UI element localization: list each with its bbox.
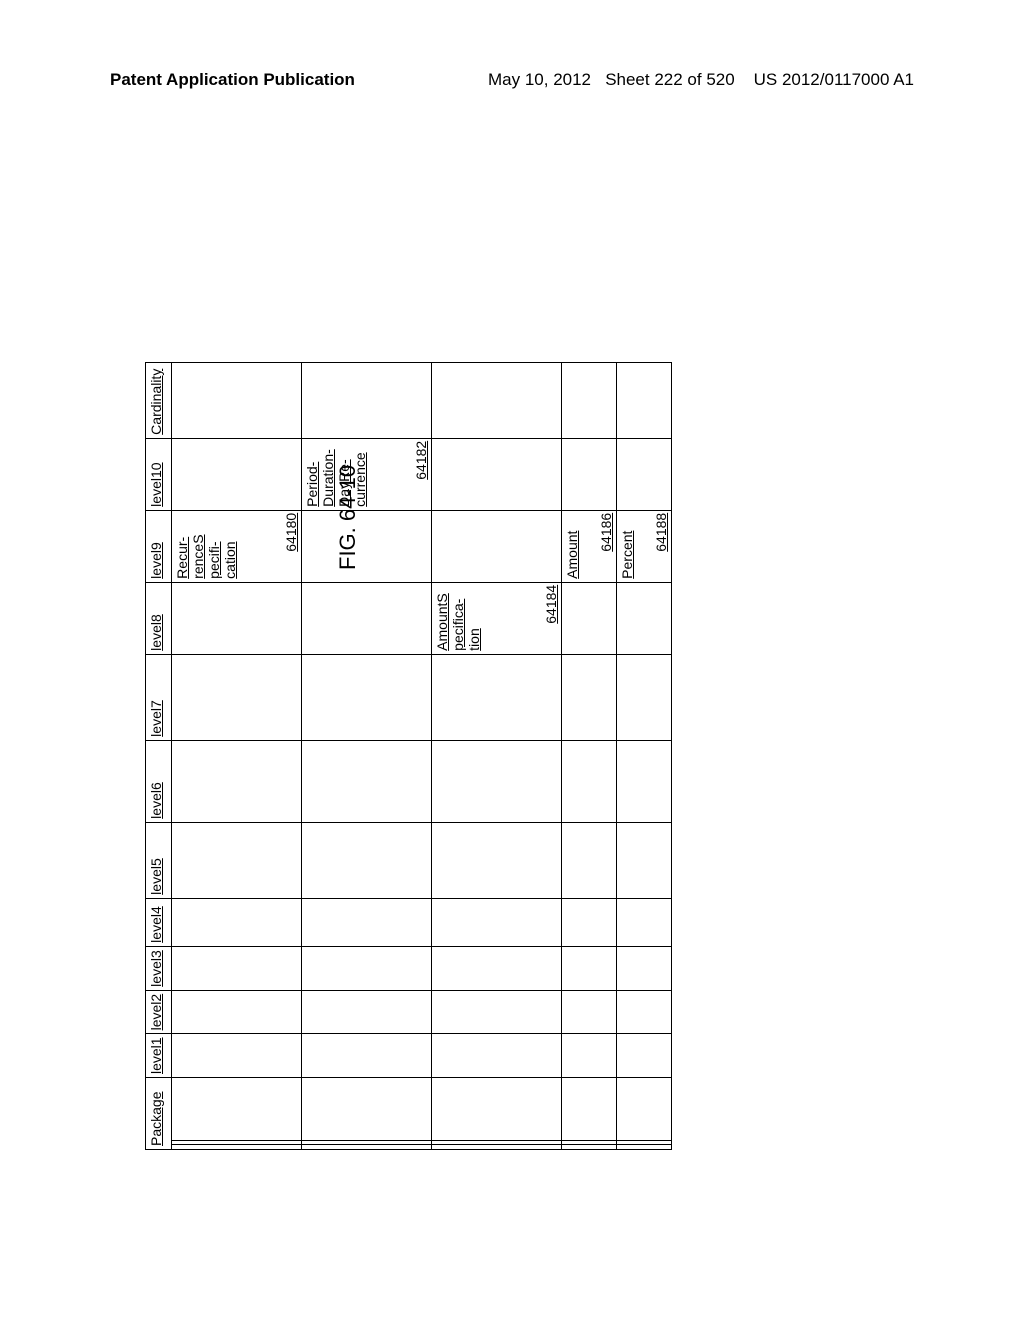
cell-level5	[172, 822, 302, 898]
cell-cardinality	[562, 362, 617, 438]
cell-level3	[562, 946, 617, 990]
cell-level10	[432, 438, 562, 510]
col-level3: level3	[146, 946, 172, 990]
cell-text: AmountS pecifica- tion	[434, 586, 482, 651]
cell-level8: AmountS pecifica- tion 64184	[432, 582, 562, 654]
cell-level5	[432, 822, 562, 898]
col-level6: level6	[146, 740, 172, 822]
cell-cardinality	[172, 362, 302, 438]
col-package: Package	[146, 1078, 172, 1150]
cell-refnum: 64188	[653, 513, 669, 552]
cell-level4	[617, 898, 672, 946]
table-row: Recur- renceS pecifi- cation 64180	[172, 362, 302, 1149]
cell-level9	[432, 510, 562, 582]
cell-level9	[302, 510, 432, 582]
table-row: Percent 64188	[617, 362, 672, 1149]
cell-level6	[172, 740, 302, 822]
cell-package	[172, 1078, 302, 1150]
col-level4: level4	[146, 898, 172, 946]
cell-cardinality	[302, 362, 432, 438]
cell-refnum: 64182	[413, 441, 429, 480]
header-right: May 10, 2012 Sheet 222 of 520 US 2012/01…	[488, 70, 914, 90]
table-row: Amount 64186	[562, 362, 617, 1149]
cell-level2	[302, 990, 432, 1034]
col-level2: level2	[146, 990, 172, 1034]
cell-level3	[172, 946, 302, 990]
table-header-row: Package level1 level2 level3 level4 leve…	[146, 362, 172, 1149]
cell-level4	[432, 898, 562, 946]
cell-level3	[432, 946, 562, 990]
cell-cardinality	[432, 362, 562, 438]
cell-package	[432, 1078, 562, 1150]
cell-level2	[562, 990, 617, 1034]
cell-text: Amount	[564, 514, 580, 579]
table-row: Period- Duration- DayRe- currence 64182	[302, 362, 432, 1149]
header-date: May 10, 2012	[488, 70, 591, 89]
cell-level1	[432, 1034, 562, 1078]
cell-level4	[302, 898, 432, 946]
cell-cardinality	[617, 362, 672, 438]
cell-level10	[617, 438, 672, 510]
cell-level7	[432, 654, 562, 740]
cell-level5	[617, 822, 672, 898]
cell-level3	[302, 946, 432, 990]
cell-level10	[562, 438, 617, 510]
cell-text: Percent	[619, 514, 635, 579]
cell-level7	[617, 654, 672, 740]
cell-package	[302, 1078, 432, 1150]
cell-level8	[562, 582, 617, 654]
header-pubnum: US 2012/0117000 A1	[754, 70, 914, 89]
cell-refnum: 64180	[283, 513, 299, 552]
cell-level6	[562, 740, 617, 822]
table-row: AmountS pecifica- tion 64184	[432, 362, 562, 1149]
cell-level2	[172, 990, 302, 1034]
cell-refnum: 64184	[543, 585, 559, 624]
cell-package	[617, 1078, 672, 1150]
cell-level6	[432, 740, 562, 822]
cell-level6	[617, 740, 672, 822]
cell-level7	[302, 654, 432, 740]
col-level10: level10	[146, 438, 172, 510]
cell-package	[562, 1078, 617, 1150]
cell-level9: Amount 64186	[562, 510, 617, 582]
cell-level5	[302, 822, 432, 898]
col-level9: level9	[146, 510, 172, 582]
cell-level7	[172, 654, 302, 740]
cell-text: Recur- renceS pecifi- cation	[174, 514, 238, 579]
header-sheet: Sheet 222 of 520	[605, 70, 735, 89]
cell-level7	[562, 654, 617, 740]
header-left: Patent Application Publication	[110, 70, 355, 90]
cell-refnum: 64186	[598, 513, 614, 552]
col-level7: level7	[146, 654, 172, 740]
cell-level1	[562, 1034, 617, 1078]
cell-level1	[302, 1034, 432, 1078]
cell-level9: Recur- renceS pecifi- cation 64180	[172, 510, 302, 582]
cell-level10	[172, 438, 302, 510]
cell-level10: Period- Duration- DayRe- currence 64182	[302, 438, 432, 510]
cell-level1	[172, 1034, 302, 1078]
col-level1: level1	[146, 1034, 172, 1078]
cell-level8	[172, 582, 302, 654]
cell-level8	[617, 582, 672, 654]
cell-level8	[302, 582, 432, 654]
cell-level6	[302, 740, 432, 822]
cell-level9: Percent 64188	[617, 510, 672, 582]
col-level5: level5	[146, 822, 172, 898]
cell-level3	[617, 946, 672, 990]
col-cardinality: Cardinality	[146, 362, 172, 438]
cell-level4	[562, 898, 617, 946]
cell-level5	[562, 822, 617, 898]
schema-table: Package level1 level2 level3 level4 leve…	[145, 362, 672, 1150]
col-level8: level8	[146, 582, 172, 654]
cell-level1	[617, 1034, 672, 1078]
cell-text: Period- Duration- DayRe- currence	[304, 442, 368, 507]
page-header: Patent Application Publication May 10, 2…	[0, 70, 1024, 90]
cell-level2	[432, 990, 562, 1034]
cell-level2	[617, 990, 672, 1034]
cell-level4	[172, 898, 302, 946]
